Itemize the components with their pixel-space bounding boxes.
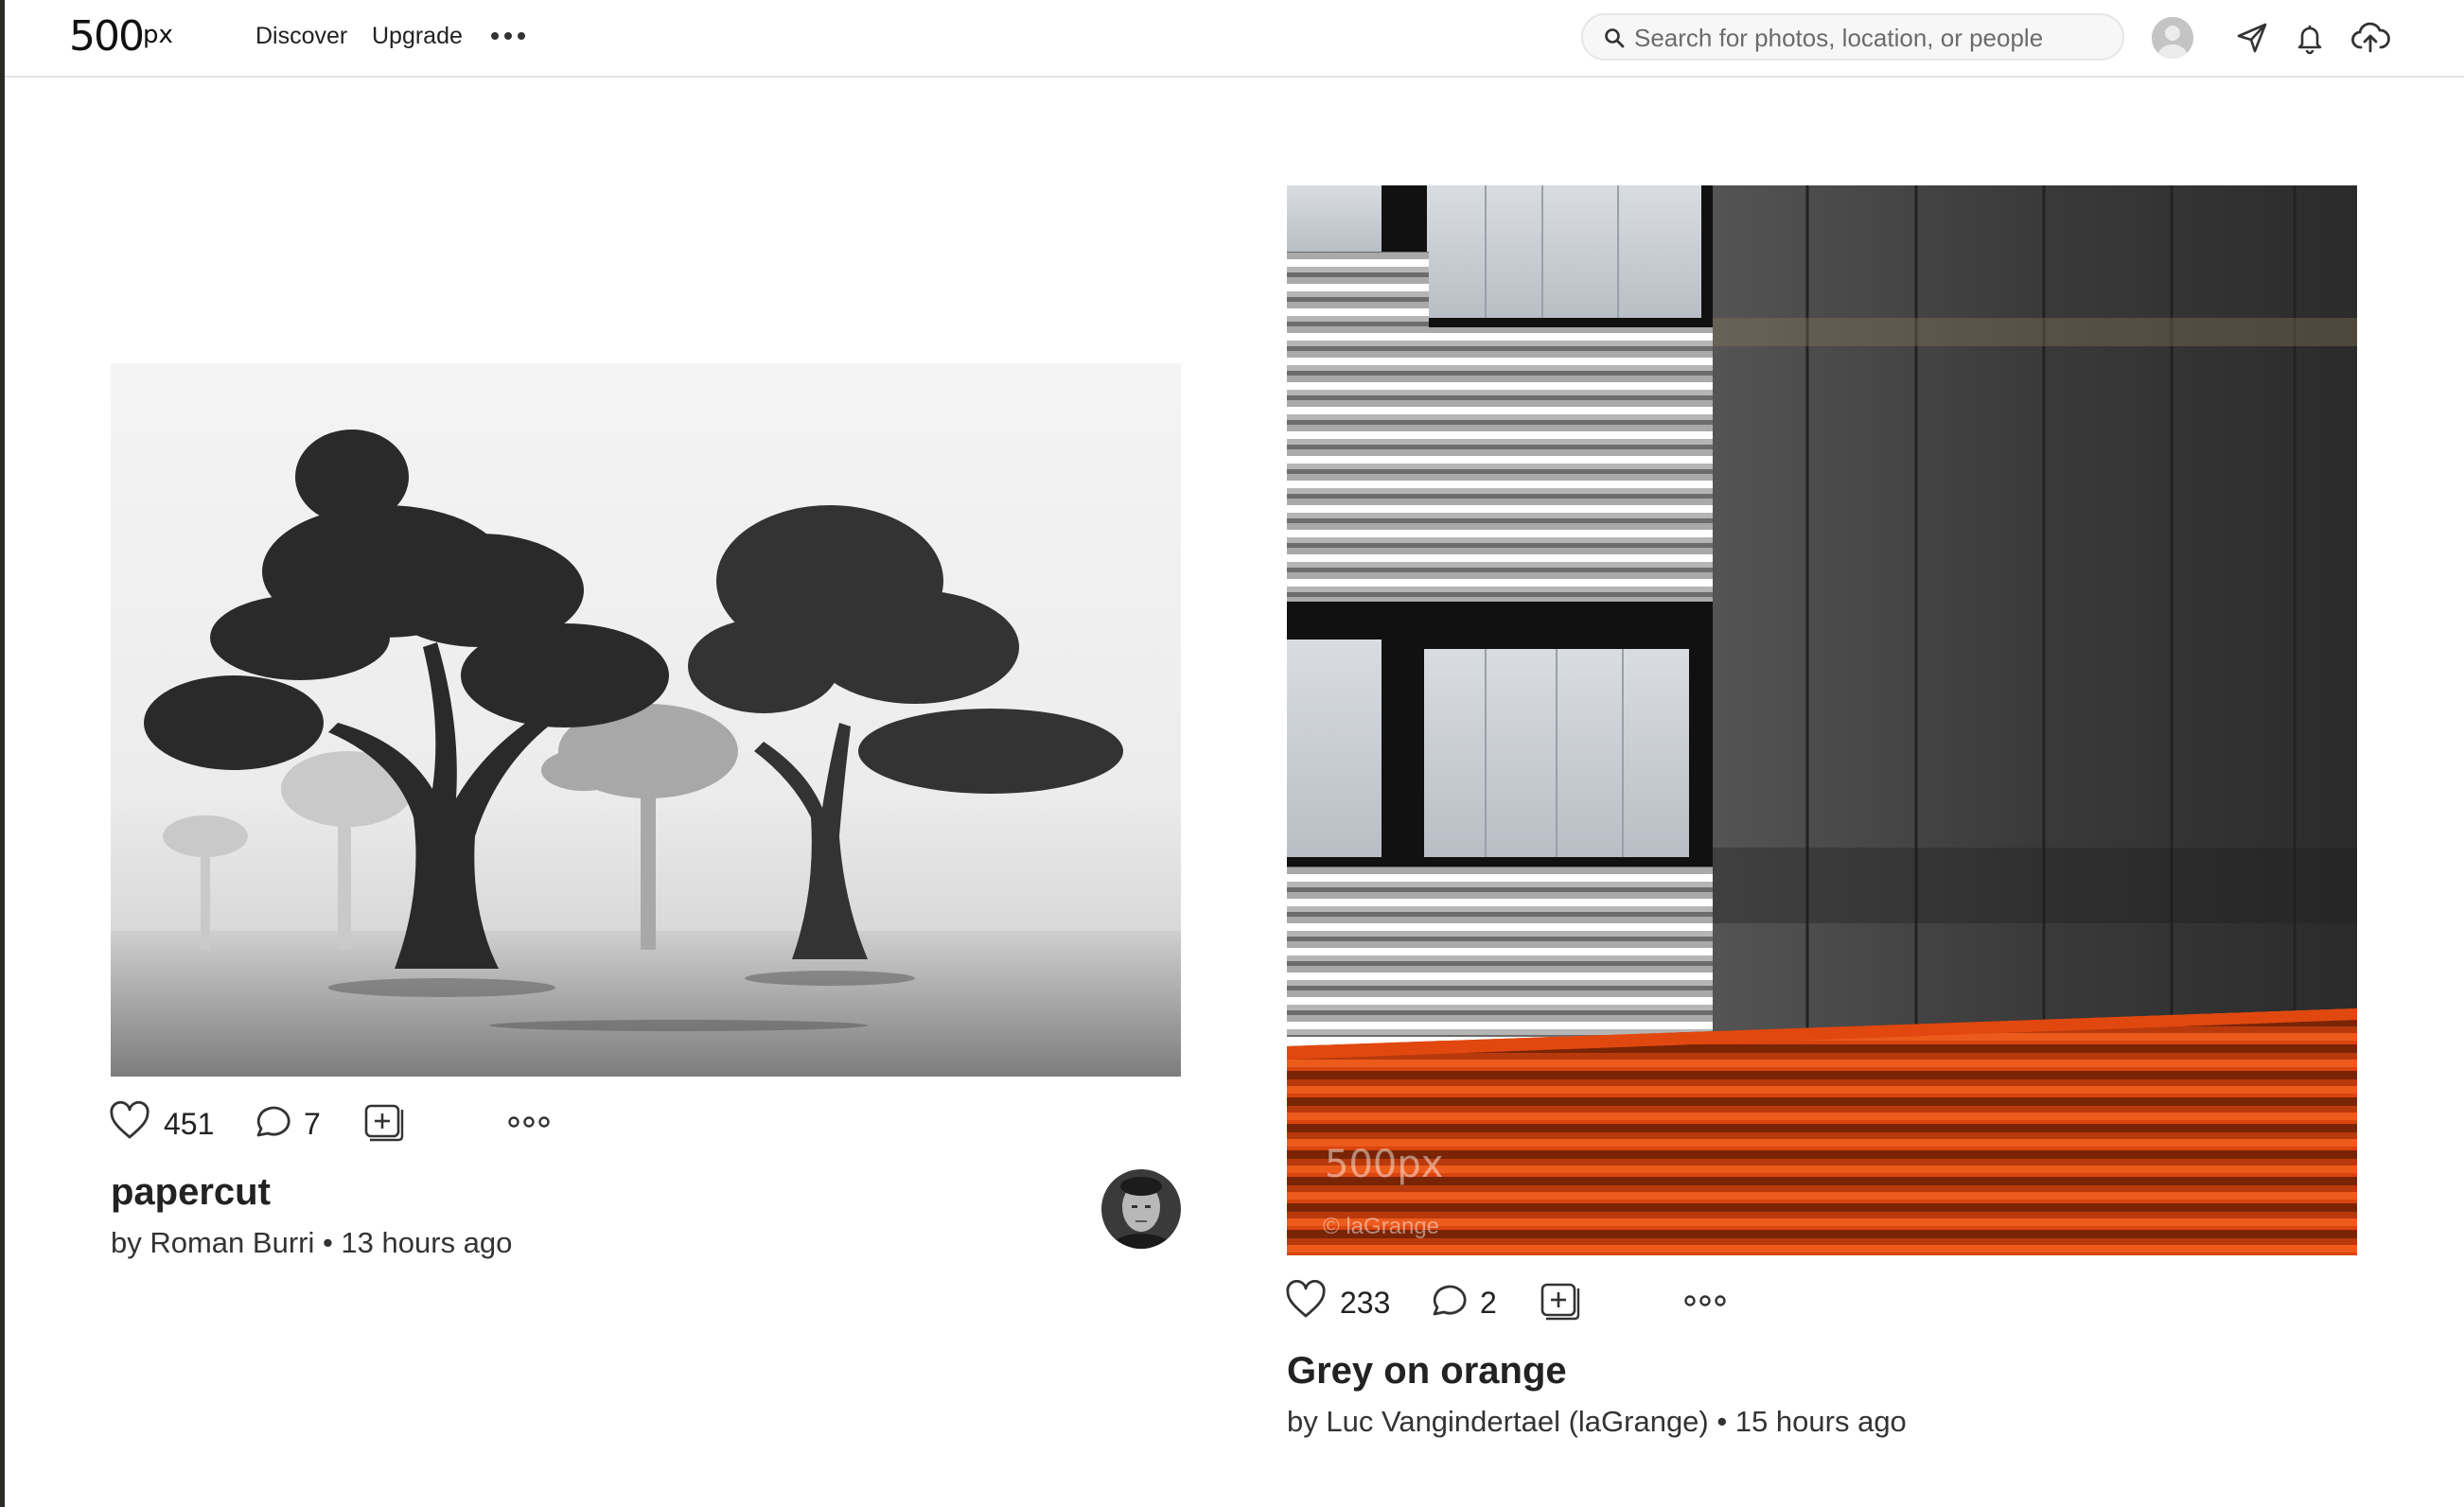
user-avatar[interactable] bbox=[2152, 17, 2193, 59]
comment-button[interactable]: 7 bbox=[251, 1099, 336, 1145]
photo-papercut[interactable] bbox=[111, 363, 1181, 1077]
more-horizontal-icon bbox=[1684, 1295, 1726, 1306]
comment-count: 7 bbox=[304, 1107, 321, 1141]
heart-icon bbox=[110, 1101, 150, 1139]
comment-button[interactable]: 2 bbox=[1427, 1278, 1512, 1323]
bell-icon[interactable] bbox=[2291, 19, 2329, 57]
like-button[interactable]: 451 bbox=[109, 1099, 222, 1145]
like-count: 233 bbox=[1340, 1286, 1391, 1320]
photo-grey-on-orange[interactable]: 500px © laGrange bbox=[1287, 185, 2357, 1255]
logo-text: 500 bbox=[69, 12, 145, 61]
site-logo[interactable]: 500px bbox=[69, 11, 173, 62]
add-to-gallery-button[interactable] bbox=[362, 1099, 404, 1145]
logo-suffix: px bbox=[142, 21, 173, 49]
photo-watermark-logo: 500px bbox=[1325, 1143, 1443, 1186]
add-to-gallery-button[interactable] bbox=[1539, 1278, 1580, 1323]
send-icon[interactable] bbox=[2233, 19, 2271, 57]
like-count: 451 bbox=[164, 1107, 215, 1141]
comment-icon bbox=[1433, 1285, 1467, 1316]
nav-discover-link[interactable]: Discover bbox=[255, 21, 347, 51]
add-to-gallery-icon bbox=[1540, 1283, 1580, 1321]
nav-upgrade-link[interactable]: Upgrade bbox=[372, 21, 463, 51]
photo-title[interactable]: papercut bbox=[111, 1169, 271, 1215]
photo-title[interactable]: Grey on orange bbox=[1287, 1348, 1567, 1393]
cloud-upload-icon[interactable] bbox=[2350, 19, 2390, 57]
search-bar bbox=[1581, 13, 2124, 61]
comment-icon bbox=[256, 1106, 290, 1137]
comment-count: 2 bbox=[1480, 1286, 1497, 1320]
heart-icon bbox=[1286, 1280, 1326, 1318]
like-button[interactable]: 233 bbox=[1285, 1278, 1399, 1323]
photo-more-button[interactable] bbox=[506, 1099, 552, 1145]
author-avatar[interactable] bbox=[1101, 1169, 1181, 1249]
top-navigation-bar: 500px Discover Upgrade bbox=[5, 0, 2464, 78]
search-icon bbox=[1604, 27, 1625, 48]
add-to-gallery-icon bbox=[364, 1104, 404, 1142]
window-left-edge bbox=[0, 0, 5, 1507]
photo-byline: by Roman Burri • 13 hours ago bbox=[111, 1226, 513, 1259]
more-horizontal-icon bbox=[508, 1116, 550, 1128]
photo-byline: by Luc Vangindertael (laGrange) • 15 hou… bbox=[1287, 1405, 1907, 1438]
photo-more-button[interactable] bbox=[1682, 1278, 1728, 1323]
search-input[interactable] bbox=[1632, 21, 2105, 55]
more-horizontal-icon[interactable] bbox=[489, 25, 527, 47]
photo-watermark-credit: © laGrange bbox=[1323, 1214, 1439, 1239]
